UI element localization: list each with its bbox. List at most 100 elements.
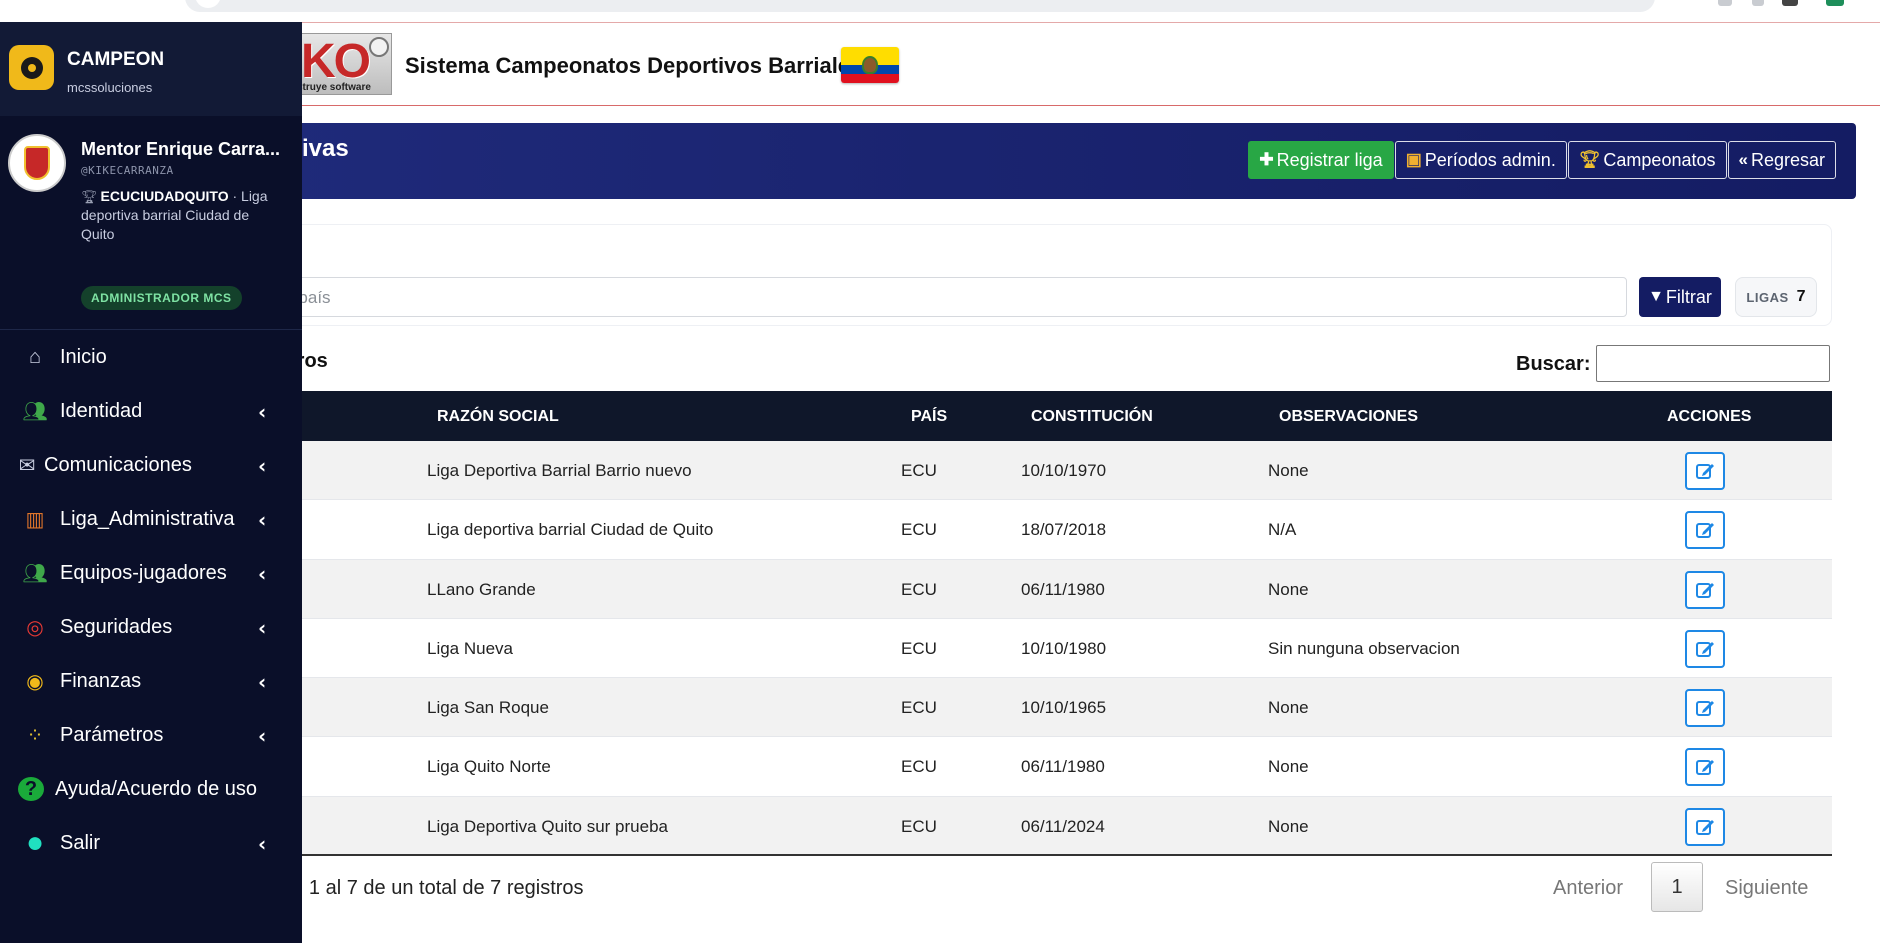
pais-cell: ECU	[901, 757, 937, 777]
edit-icon	[1696, 819, 1714, 835]
table-row: LLano Grande ECU 06/11/1980 None	[252, 559, 1832, 619]
chevron-left-icon: ‹	[258, 454, 267, 478]
double-chevron-left-icon: «	[1738, 150, 1748, 169]
observaciones-cell: N/A	[1268, 520, 1297, 540]
users-icon: 👥︎	[22, 400, 48, 423]
next-page-button[interactable]: Siguiente	[1725, 862, 1808, 914]
filter-search-input[interactable]: cial o país	[253, 277, 1627, 317]
sidebar-item-inicio[interactable]: ⌂ Inicio	[0, 330, 302, 384]
sidebar-item-comunicaciones[interactable]: ✉ Comunicaciones ‹	[0, 438, 302, 492]
table-search-input[interactable]	[1596, 345, 1830, 382]
sidebar-nav: ⌂ Inicio 👥︎ Identidad ‹ ✉ Comunicaciones ‹ ▥ Liga…	[0, 330, 302, 870]
sidebar-item-identidad[interactable]: 👥︎ Identidad ‹	[0, 384, 302, 438]
sidebar-item-label: Liga_Administrativa	[60, 508, 235, 530]
sidebar-item-parámetros[interactable]: ⁘ Parámetros ‹	[0, 708, 302, 762]
razon-social-cell: Liga San Roque	[427, 698, 549, 718]
sidebar-item-label: Identidad	[60, 400, 143, 422]
brand-subtitle: mcssoluciones	[67, 80, 153, 95]
edit-button[interactable]	[1685, 629, 1725, 668]
sidebar: CAMPEON mcssoluciones Mentor Enrique Car…	[0, 22, 302, 943]
page-1-button[interactable]: 1	[1651, 862, 1703, 912]
chevron-left-icon: ‹	[258, 562, 267, 586]
sidebar-item-equipos-jugadores[interactable]: 👥︎ Equipos-jugadores ‹	[0, 546, 302, 600]
envelope-open-icon: ✉	[18, 454, 36, 477]
edit-icon	[1696, 582, 1714, 598]
download-icon[interactable]	[1752, 0, 1764, 6]
column-header-pais[interactable]: PAÍS	[911, 408, 947, 426]
back-button[interactable]: « Regresar	[1727, 141, 1836, 179]
edit-button[interactable]	[1685, 748, 1725, 787]
razon-social-cell: Liga deportiva barrial Ciudad de Quito	[427, 520, 714, 540]
clock-icon	[369, 37, 389, 57]
pais-cell: ECU	[901, 698, 937, 718]
chevron-left-icon: ‹	[258, 670, 267, 694]
constitucion-cell: 10/10/1970	[1021, 461, 1107, 480]
sidebar-item-label: Equipos-jugadores	[60, 562, 227, 584]
table-row: Liga Deportiva Quito sur prueba ECU 06/11/…	[252, 796, 1832, 857]
edit-button[interactable]	[1685, 689, 1725, 728]
razon-social-cell: Liga Nueva	[427, 638, 514, 658]
edit-button[interactable]	[1685, 570, 1725, 609]
sidebar-item-ayuda-acuerdo-de-uso[interactable]: ? Ayuda/Acuerdo de uso	[0, 762, 302, 816]
observaciones-cell: None	[1268, 757, 1309, 777]
column-header-razon[interactable]: RAZÓN SOCIAL	[437, 408, 559, 426]
sidebar-item-liga-administrativa[interactable]: ▥ Liga_Administrativa ‹	[0, 492, 302, 546]
users-icon: 👥︎	[22, 562, 48, 585]
edit-icon	[1696, 641, 1714, 657]
razon-social-cell: Liga Deportiva Barrial Barrio nuevo	[427, 461, 692, 480]
previous-page-button[interactable]: Anterior	[1553, 862, 1623, 914]
user-name: Mentor Enrique Carra...	[81, 139, 281, 159]
soccer-ball-icon	[9, 45, 54, 90]
column-header-observaciones[interactable]: OBSERVACIONES	[1279, 408, 1418, 426]
razon-social-cell: Liga Quito Norte	[427, 757, 551, 777]
chevron-left-icon: ‹	[258, 400, 267, 424]
sidebar-brand[interactable]: CAMPEON mcssoluciones	[0, 22, 302, 116]
sidebar-item-label: Finanzas	[60, 670, 142, 692]
observaciones-cell: None	[1268, 579, 1309, 599]
page-header: ivas ✚ Registrar liga ▣ Períodos admin. …	[252, 123, 1856, 199]
table-row: Liga San Roque ECU 10/10/1965 None	[252, 678, 1832, 738]
razon-social-cell: Liga Deportiva Quito sur prueba	[427, 816, 668, 836]
sidebar-item-label: Parámetros	[60, 724, 164, 746]
address-bar[interactable]	[185, 0, 1655, 12]
pais-cell: ECU	[901, 461, 937, 480]
edit-button[interactable]	[1685, 511, 1725, 550]
edit-icon	[1696, 701, 1714, 717]
pais-cell: ECU	[901, 816, 937, 836]
extension-icon[interactable]	[1718, 0, 1732, 6]
sidepanel-icon[interactable]	[1782, 0, 1798, 6]
building-icon: ▥	[25, 508, 45, 531]
observaciones-cell: None	[1268, 461, 1309, 480]
sidebar-item-seguridades[interactable]: ◎ Seguridades ‹	[0, 600, 302, 654]
observaciones-cell: None	[1268, 698, 1309, 718]
browser-toolbar	[0, 0, 1880, 22]
role-badge: ADMINISTRADOR MCS	[81, 286, 242, 310]
sidebar-item-label: Salir	[60, 832, 101, 854]
calendar-check-icon: ▣	[1405, 150, 1422, 169]
sidebar-item-label: Seguridades	[60, 616, 173, 638]
observaciones-cell: Sin nunguna observacion	[1268, 638, 1460, 658]
column-header-constitucion[interactable]: CONSTITUCIÓN	[1031, 408, 1153, 426]
constitucion-cell: 06/11/1980	[1021, 579, 1105, 599]
profile-icon[interactable]	[1826, 0, 1844, 6]
admin-periods-button[interactable]: ▣ Períodos admin.	[1394, 141, 1567, 179]
leagues-table: RAZÓN SOCIAL PAÍS CONSTITUCIÓN OBSERVACI…	[252, 391, 1832, 857]
constitucion-cell: 18/07/2018	[1021, 520, 1107, 540]
constitucion-cell: 10/10/1965	[1021, 698, 1107, 718]
edit-button[interactable]	[1685, 452, 1725, 490]
sidebar-item-finanzas[interactable]: ◉ Finanzas ‹	[0, 654, 302, 708]
sidebar-item-salir[interactable]: ● Salir ‹	[0, 816, 302, 870]
filter-card: cial o país ▼ Filtrar LIGAS 7	[252, 224, 1832, 326]
grip-icon: ⁘	[26, 724, 44, 747]
razon-social-cell: LLano Grande	[427, 579, 536, 599]
championships-button[interactable]: 🏆︎ Campeonatos	[1567, 141, 1727, 179]
filter-button[interactable]: ▼ Filtrar	[1639, 277, 1721, 317]
table-row: oLiga deportiva barrial Ciudad de QuitoE…	[252, 500, 1832, 560]
trophy-icon: 🏆︎	[1578, 150, 1601, 169]
user-panel: Mentor Enrique Carra... @KIKECARRANZA 🏆︎…	[0, 116, 302, 330]
user-organization: 🏆︎ ECUCIUDADQUITO · Liga deportiva barria…	[81, 188, 268, 242]
register-league-button[interactable]: ✚ Registrar liga	[1248, 141, 1394, 179]
edit-button[interactable]	[1685, 807, 1725, 846]
table-row: oLiga Deportiva Barrial Barrio nuevoECU1…	[252, 441, 1832, 501]
constitucion-cell: 10/10/1980	[1021, 638, 1107, 658]
